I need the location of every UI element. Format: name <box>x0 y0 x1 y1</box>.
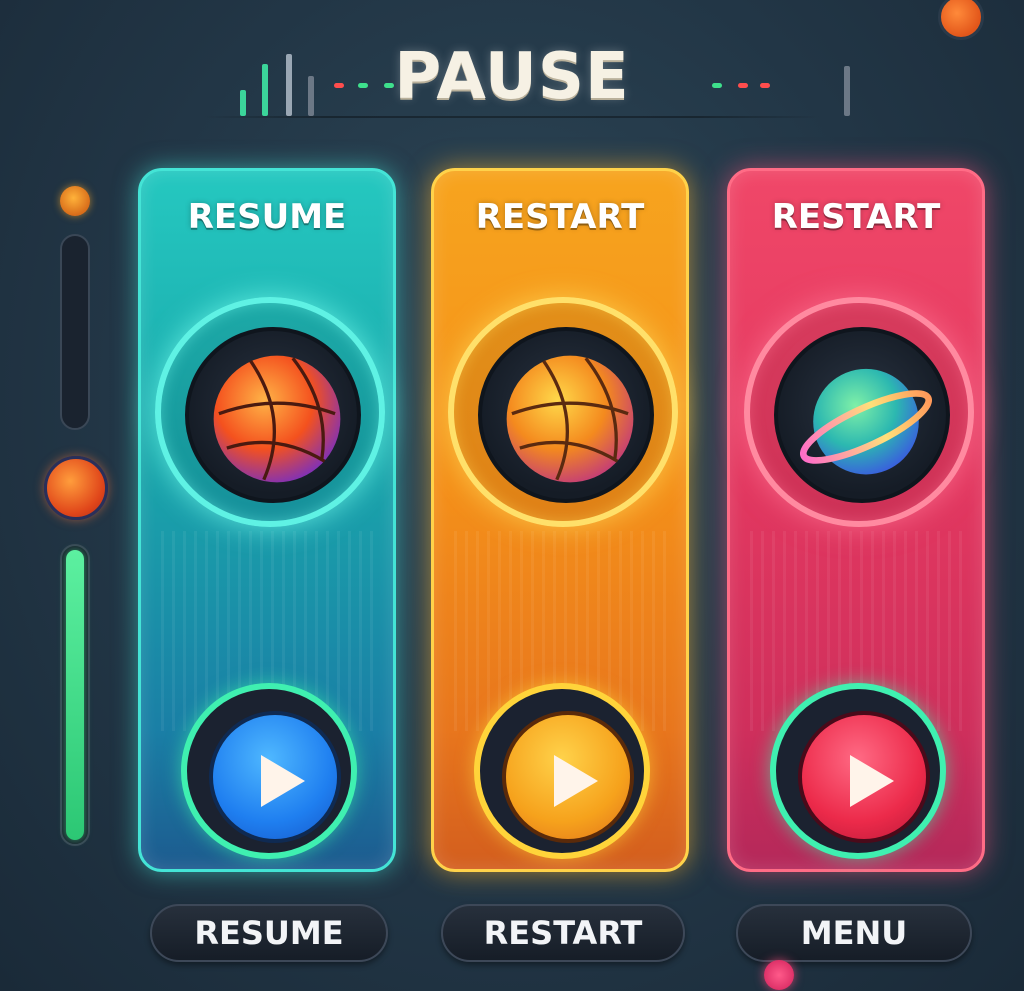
restart-play-button[interactable] <box>502 711 634 843</box>
card-title: RESUME <box>187 197 347 237</box>
status-orb <box>938 0 984 40</box>
icon-well <box>478 327 654 503</box>
meter-lower-slot <box>60 544 90 846</box>
page-title: PAUSE <box>394 40 630 114</box>
restart-button[interactable]: RESTART <box>441 904 685 962</box>
resume-card[interactable]: RESUME <box>138 168 396 872</box>
card-title: RESTART <box>475 197 645 237</box>
resume-play-button[interactable] <box>209 711 341 843</box>
meter-handle[interactable] <box>44 456 108 520</box>
play-ring <box>181 683 357 859</box>
icon-ring <box>448 297 678 527</box>
restart-card[interactable]: RESTART <box>431 168 689 872</box>
icon-ring <box>744 297 974 527</box>
decor-dot <box>764 960 794 990</box>
icon-well <box>774 327 950 503</box>
menu-button[interactable]: MENU <box>736 904 972 962</box>
play-icon <box>554 755 598 807</box>
play-ring <box>474 683 650 859</box>
basketball-icon <box>213 355 341 483</box>
play-icon <box>261 755 305 807</box>
title-underline <box>200 116 824 118</box>
icon-ring <box>155 297 385 527</box>
play-ring <box>770 683 946 859</box>
meter-fill <box>66 550 84 840</box>
basketball-icon <box>506 355 634 483</box>
planet-icon <box>800 368 932 475</box>
resume-button[interactable]: RESUME <box>150 904 388 962</box>
play-icon <box>850 755 894 807</box>
menu-play-button[interactable] <box>798 711 930 843</box>
meter-top-knob <box>60 186 90 216</box>
card-title: RESTART <box>771 197 941 237</box>
icon-well <box>185 327 361 503</box>
meter-upper-slot <box>60 234 90 430</box>
restart-card-alt[interactable]: RESTART <box>727 168 985 872</box>
